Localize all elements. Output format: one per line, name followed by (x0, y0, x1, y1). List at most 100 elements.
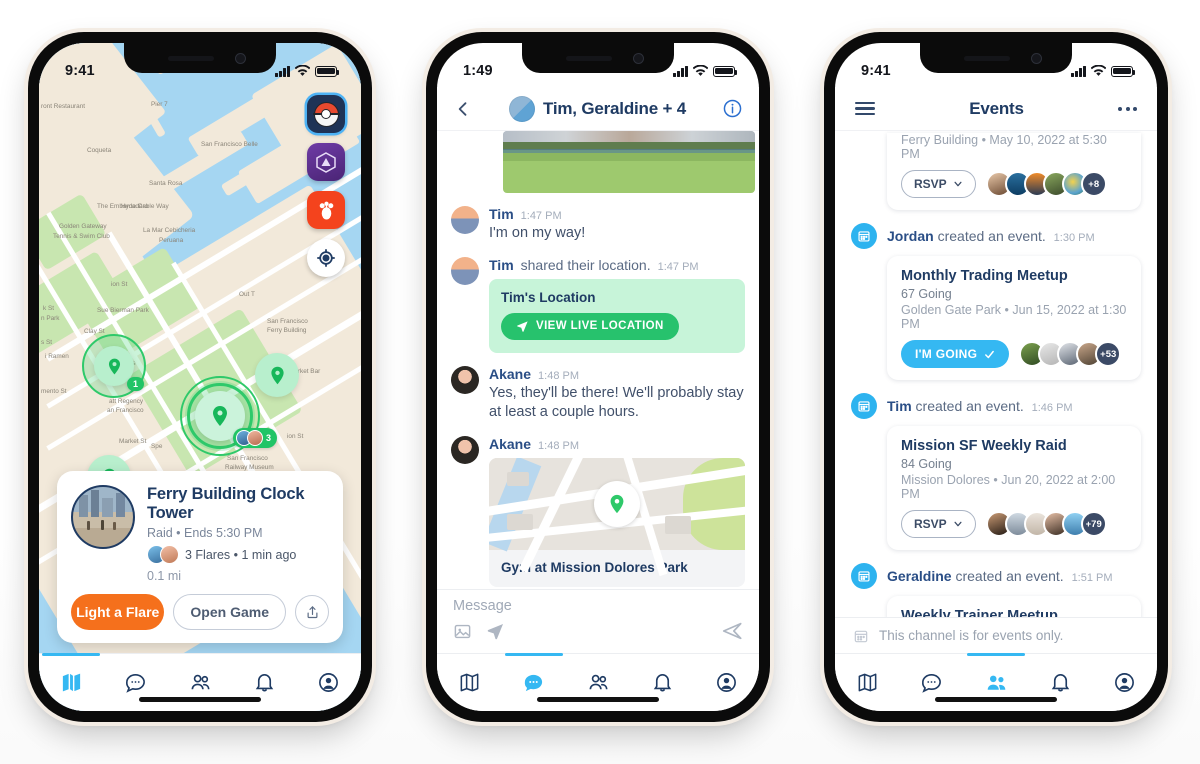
tab-map[interactable] (39, 653, 103, 711)
calendar-icon (851, 563, 877, 589)
rsvp-button[interactable]: RSVP (901, 170, 976, 198)
battery-full-icon (1111, 65, 1136, 77)
light-a-flare-button[interactable]: Light a Flare (71, 594, 165, 630)
event-card[interactable]: Mission SF Weekly Raid 84 Going Mission … (887, 426, 1141, 550)
battery-full-icon (315, 65, 340, 77)
map-label: s St (41, 339, 53, 346)
message-input-placeholder[interactable]: Message (453, 598, 743, 614)
event-creator-name: Tim (887, 398, 912, 414)
events-only-text: This channel is for events only. (879, 628, 1064, 643)
chat-title-group[interactable]: Tim, Geraldine + 4 (508, 95, 686, 122)
tab-profile[interactable] (1093, 654, 1157, 711)
chevron-left-icon[interactable] (453, 99, 473, 119)
attendee-more-count: +8 (1080, 171, 1107, 197)
pikmin-icon (319, 201, 333, 220)
tab-groups[interactable] (566, 654, 630, 711)
photo-message-dolores-park[interactable] (503, 131, 755, 193)
map-pin-icon (610, 494, 624, 513)
locate-me-button[interactable] (307, 239, 345, 277)
gym-map-card[interactable]: Gym at Mission Dolores Park (489, 457, 745, 587)
tab-chat[interactable] (899, 654, 963, 711)
view-live-location-button[interactable]: VIEW LIVE LOCATION (501, 312, 679, 340)
map-label: San Francisco (267, 318, 308, 325)
more-options-icon[interactable] (1118, 106, 1137, 111)
map-label: Market St (119, 438, 147, 445)
tab-notifications[interactable] (1028, 654, 1092, 711)
event-name: Mission SF Weekly Raid (901, 438, 1067, 454)
attendee-avatars[interactable]: +8 (985, 171, 1107, 197)
map-label: Ferry Building (267, 327, 307, 334)
map-label: Tennis & Swim Club (53, 233, 110, 240)
place-flares: 3 Flares • 1 min ago (147, 545, 329, 564)
map-label: Golden Gateway (59, 223, 107, 230)
attendee-avatars[interactable]: +79 (985, 511, 1107, 537)
event-card[interactable]: Ferry Building • May 10, 2022 at 5:30 PM… (887, 133, 1141, 210)
map-label: San Francisco Belle (201, 141, 258, 148)
tab-notifications[interactable] (232, 654, 296, 711)
event-creator-name: Geraldine (887, 568, 952, 584)
tab-profile[interactable] (297, 654, 361, 711)
event-card[interactable]: Weekly Trainer Meetup 22 Going Ferry Bui… (887, 596, 1141, 617)
tab-groups[interactable] (168, 654, 232, 711)
chat-bubble-icon (524, 674, 543, 692)
map-label: Sue Bierman Park (97, 307, 149, 314)
map-label: att Regency (109, 398, 144, 405)
open-game-button[interactable]: Open Game (173, 594, 286, 630)
tab-profile[interactable] (695, 654, 759, 711)
share-button[interactable] (295, 595, 329, 629)
notch (522, 43, 674, 73)
message-time: 1:47 PM (520, 210, 562, 222)
map-label: ront Restaurant (41, 103, 86, 110)
image-icon[interactable] (453, 622, 472, 641)
attendee-more-count: +79 (1080, 511, 1107, 537)
map-label: ion St (287, 433, 304, 440)
place-distance: 0.1 mi (147, 569, 182, 583)
events-feed[interactable]: Ferry Building • May 10, 2022 at 5:30 PM… (835, 131, 1157, 617)
map-label: Out T (239, 291, 255, 298)
event-creator-action: created an event. (937, 228, 1046, 244)
tab-map[interactable] (437, 654, 501, 711)
chat-message-list[interactable]: Tim 1:47 PM I'm on my way! Tim shared th… (437, 131, 759, 653)
chat-message: Akane 1:48 PM Yes, they'll be there! We'… (451, 365, 745, 423)
calendar-icon (851, 393, 877, 419)
tab-chat[interactable] (501, 653, 565, 711)
pikmin-bloom-app-button[interactable] (307, 191, 345, 229)
rsvp-button[interactable]: RSVP (901, 510, 976, 538)
tab-groups[interactable] (964, 653, 1028, 711)
screen-events: 9:41 Events Ferry Building • May 10, 202… (835, 43, 1157, 711)
event-where: Ferry Building • May 10, 2022 at 5:30 PM (901, 133, 1107, 161)
event-card[interactable]: Monthly Trading Meetup 67 Going Golden G… (887, 256, 1141, 380)
map-icon (858, 673, 877, 692)
raid-marker-1-badge: 1 (127, 377, 145, 391)
map-label: Santa Rosa (149, 180, 183, 187)
event-creator-time: 1:46 PM (1031, 402, 1073, 414)
home-indicator (139, 697, 261, 702)
paper-plane-icon[interactable] (486, 622, 505, 641)
im-going-button[interactable]: I'M GOING (901, 340, 1010, 368)
message-time: 1:47 PM (657, 260, 699, 273)
send-icon[interactable] (721, 620, 743, 642)
im-going-label: I'M GOING (915, 347, 978, 361)
info-circle-icon[interactable] (722, 98, 743, 119)
raid-marker-3-badge: 3 (233, 428, 278, 448)
place-subtitle: Raid • Ends 5:30 PM (147, 526, 263, 540)
tab-chat[interactable] (103, 654, 167, 711)
ingress-app-button[interactable] (307, 143, 345, 181)
map-icon (460, 673, 479, 692)
hamburger-menu-icon[interactable] (855, 98, 875, 119)
event-creator-text: Jordan created an event. 1:30 PM (887, 228, 1095, 244)
attendee-avatars[interactable]: +53 (1019, 341, 1122, 367)
notch (920, 43, 1072, 73)
pokemon-go-app-button[interactable] (307, 95, 345, 133)
phone-events: 9:41 Events Ferry Building • May 10, 202… (824, 32, 1168, 722)
cellular-signal-icon (673, 65, 688, 77)
tab-map[interactable] (835, 654, 899, 711)
home-indicator (935, 697, 1057, 702)
message-composer[interactable]: Message (437, 589, 759, 653)
chat-nav-bar: Tim, Geraldine + 4 (437, 87, 759, 131)
event-creator-time: 1:30 PM (1053, 232, 1095, 244)
bottom-tab-bar (835, 653, 1157, 711)
place-card[interactable]: Ferry Building Clock Tower Raid • Ends 5… (57, 471, 343, 643)
event-creator-row: Tim created an event. 1:46 PM (851, 393, 1141, 419)
tab-notifications[interactable] (630, 654, 694, 711)
